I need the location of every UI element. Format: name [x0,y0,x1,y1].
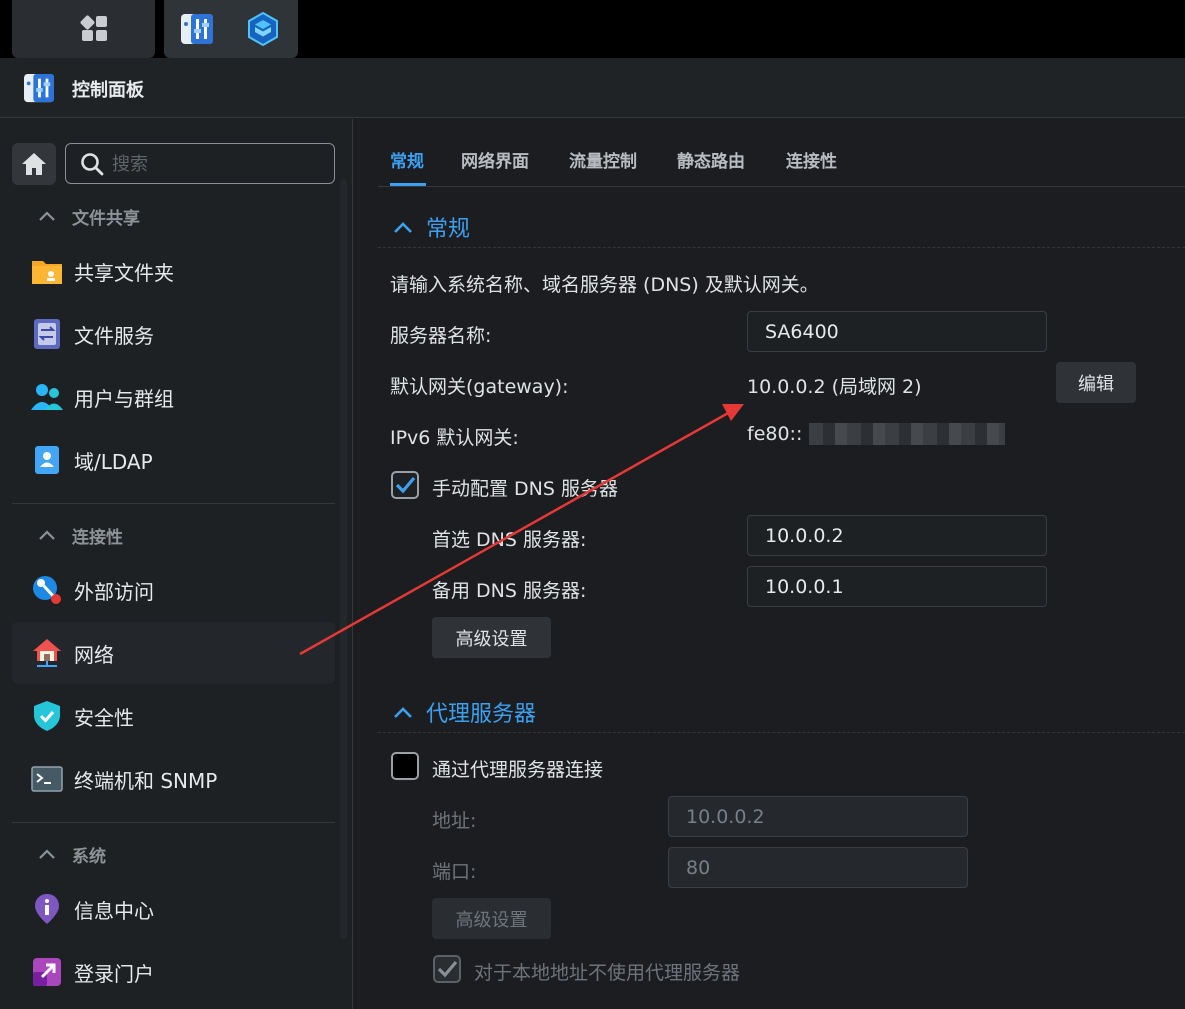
proxy-address-label: 地址: [432,810,477,832]
general-description: 请输入系统名称、域名服务器 (DNS) 及默认网关。 [390,274,819,296]
tab-static-route[interactable]: 静态路由 [677,147,745,172]
secondary-dns-label: 备用 DNS 服务器: [432,580,587,602]
gateway-value: 10.0.0.2 (局域网 2) [747,376,922,398]
search-input[interactable] [112,150,322,178]
sidebar-item-login-portal[interactable]: 登录门户 [12,941,335,1003]
home-button[interactable] [12,143,56,185]
tab-network-interface[interactable]: 网络界面 [461,147,529,172]
active-tab-indicator [390,183,426,186]
secondary-dns-input[interactable]: 10.0.0.1 [747,566,1047,607]
home-icon [22,153,46,175]
chevron-up-icon [394,222,412,233]
tab-general[interactable]: 常规 [390,147,424,172]
proxy-bypass-checkbox[interactable] [433,955,461,983]
sidebar-item-users-groups[interactable]: 用户与群组 [12,366,335,428]
users-icon [31,384,63,410]
group-connectivity[interactable]: 连接性 [36,520,123,550]
storage-app-icon[interactable] [246,12,280,46]
proxy-advanced-button[interactable]: 高级设置 [432,898,551,939]
group-label: 文件共享 [72,208,140,229]
group-label: 连接性 [72,527,123,548]
file-services-icon [34,319,60,349]
server-name-input[interactable]: SA6400 [747,311,1047,352]
section-divider [378,247,1185,248]
directory-icon [35,446,59,474]
terminal-icon [31,766,63,792]
taskbar-apps [164,0,298,58]
primary-dns-input[interactable]: 10.0.0.2 [747,515,1047,556]
control-panel-icon [24,73,54,103]
group-label: 系统 [72,846,106,867]
main-menu-button[interactable] [12,0,155,58]
sidebar-item-info-center[interactable]: 信息中心 [12,878,335,940]
chevron-up-icon [39,849,55,859]
window-title: 控制面板 [72,80,144,101]
sidebar: 文件共享 共享文件夹 文件服务 用户与群组 域/LDAP 连接性 外部访问 网络… [0,119,353,1009]
sidebar-item-domain-ldap[interactable]: 域/LDAP [12,429,335,491]
proxy-port-input[interactable]: 80 [668,847,968,888]
control-panel-app-icon[interactable] [180,13,214,45]
edit-gateway-button[interactable]: 编辑 [1056,362,1136,403]
proxy-port-label: 端口: [432,861,477,883]
proxy-bypass-label: 对于本地地址不使用代理服务器 [474,962,741,984]
sidebar-item-external-access[interactable]: 外部访问 [12,559,335,621]
gateway-label: 默认网关(gateway): [390,376,569,398]
sidebar-item-network[interactable]: 网络 [12,622,335,684]
manual-dns-checkbox[interactable] [391,471,419,499]
ipv6-gateway-label: IPv6 默认网关: [390,427,519,449]
section-divider [378,732,1185,733]
login-portal-icon [33,958,61,986]
sidebar-item-shared-folder[interactable]: 共享文件夹 [12,240,335,302]
manual-dns-label: 手动配置 DNS 服务器 [432,478,618,500]
info-pin-icon [35,894,59,924]
network-house-icon [33,639,61,667]
sidebar-item-security[interactable]: 安全性 [12,685,335,747]
main-panel: 常规 网络界面 流量控制 静态路由 连接性 常规 请输入系统名称、域名服务器 (… [354,119,1185,1009]
tab-bar: 常规 网络界面 流量控制 静态路由 连接性 [378,119,1185,187]
divider [12,822,335,823]
sidebar-item-file-services[interactable]: 文件服务 [12,303,335,365]
section-header-proxy[interactable]: 代理服务器 [390,696,536,728]
sidebar-item-terminal-snmp[interactable]: 终端机和 SNMP [12,748,335,810]
primary-dns-label: 首选 DNS 服务器: [432,529,587,551]
group-file-sharing[interactable]: 文件共享 [36,201,140,231]
tab-connectivity[interactable]: 连接性 [786,147,837,172]
dns-advanced-button[interactable]: 高级设置 [432,617,551,658]
shield-icon [34,701,60,731]
search-box[interactable] [65,143,335,184]
proxy-address-input[interactable]: 10.0.0.2 [668,796,968,837]
section-header-general[interactable]: 常规 [390,211,470,243]
check-icon [395,476,416,494]
chevron-up-icon [39,211,55,221]
sidebar-scrollbar[interactable] [340,179,347,939]
chevron-up-icon [39,530,55,540]
server-name-label: 服务器名称: [390,325,492,347]
proxy-connect-checkbox[interactable] [391,752,419,780]
tab-traffic-control[interactable]: 流量控制 [569,147,637,172]
check-icon [437,960,458,978]
ipv6-gateway-value: fe80:: [747,423,803,445]
group-system[interactable]: 系统 [36,839,106,869]
taskbar [0,0,1185,58]
grid-icon [80,15,107,41]
proxy-connect-label: 通过代理服务器连接 [432,759,604,781]
folder-icon [32,261,62,284]
divider [12,503,335,504]
redacted-address [809,423,1005,445]
external-access-icon [33,576,61,604]
chevron-up-icon [394,707,412,718]
window-titlebar: 控制面板 [0,58,1185,118]
search-icon [81,153,104,176]
